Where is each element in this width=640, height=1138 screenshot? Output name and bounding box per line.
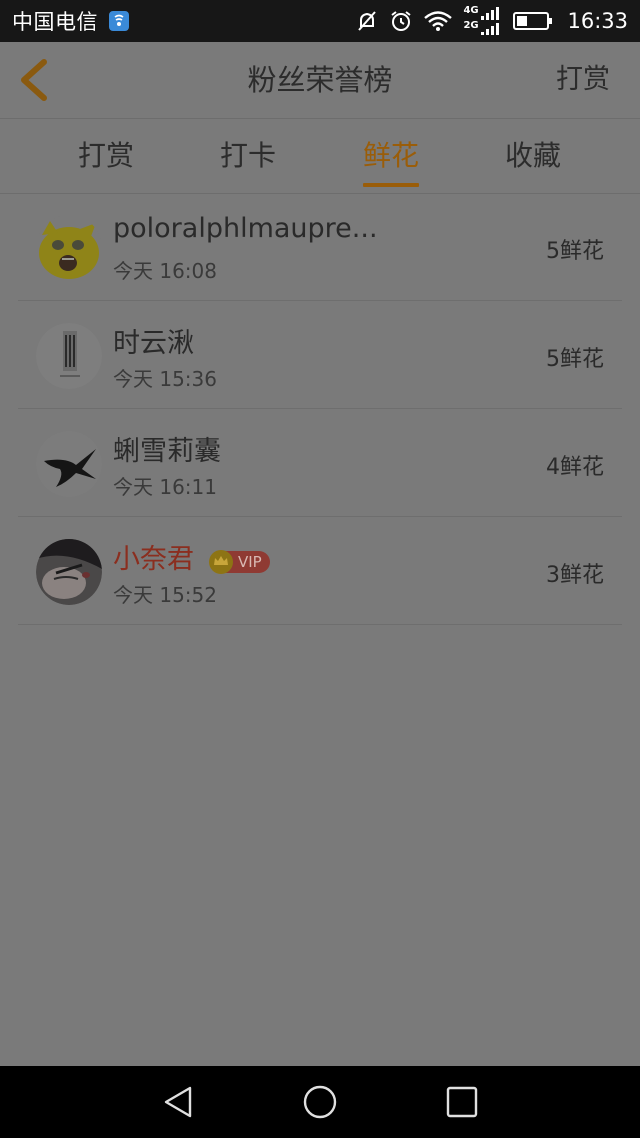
tab-checkin[interactable]: 打卡 — [188, 119, 308, 193]
page-title: 粉丝荣誉榜 — [247, 63, 393, 97]
avatar — [36, 431, 102, 497]
flower-count: 5鲜花 — [546, 239, 604, 264]
avatar — [36, 215, 102, 281]
status-bar: 中国电信 4G 2G 16:33 — [0, 0, 640, 42]
fan-time: 今天 15:36 — [113, 367, 217, 391]
fans-list: poloralphlmaupre... 今天 16:08 5鲜花 时云湫 今天 … — [0, 193, 640, 625]
list-item[interactable]: 小奈君 VIP 今天 15:52 3鲜花 — [0, 517, 640, 625]
nav-back-icon — [164, 1086, 192, 1118]
crown-icon — [209, 550, 233, 574]
hd-voice-icon — [108, 10, 130, 32]
nav-back-button[interactable] — [160, 1084, 196, 1120]
divider — [18, 624, 622, 625]
mute-icon — [355, 9, 379, 33]
signal-icon: 4G 2G — [463, 6, 503, 36]
vip-badge: VIP — [208, 549, 270, 575]
tab-bar: 打赏 打卡 鲜花 收藏 — [0, 119, 640, 194]
fan-name: 时云湫 — [113, 328, 194, 359]
network-2g-label: 2G — [463, 20, 479, 31]
flower-count: 4鲜花 — [546, 455, 604, 480]
reward-button[interactable]: 打赏 — [556, 42, 610, 118]
app-header: 粉丝荣誉榜 打赏 — [0, 42, 640, 119]
fan-name: 小奈君 — [113, 544, 194, 575]
clock: 16:33 — [567, 9, 628, 33]
avatar — [36, 323, 102, 389]
nav-recents-button[interactable] — [444, 1084, 480, 1120]
fan-time: 今天 16:11 — [113, 475, 217, 499]
list-item[interactable]: 时云湫 今天 15:36 5鲜花 — [0, 301, 640, 409]
fan-time: 今天 16:08 — [113, 259, 217, 283]
list-item[interactable]: poloralphlmaupre... 今天 16:08 5鲜花 — [0, 193, 640, 301]
alarm-icon — [389, 9, 413, 33]
flower-count: 5鲜花 — [546, 347, 604, 372]
nav-home-icon — [303, 1085, 337, 1119]
system-nav-bar — [0, 1066, 640, 1138]
nav-home-button[interactable] — [302, 1084, 338, 1120]
tab-flowers[interactable]: 鲜花 — [331, 119, 451, 193]
avatar — [36, 539, 102, 605]
nav-recents-icon — [446, 1086, 478, 1118]
list-item[interactable]: 蜊雪莉囊 今天 16:11 4鲜花 — [0, 409, 640, 517]
fan-time: 今天 15:52 — [113, 583, 217, 607]
carrier-label: 中国电信 — [12, 10, 98, 34]
network-4g-label: 4G — [463, 5, 479, 16]
tab-reward[interactable]: 打赏 — [46, 119, 166, 193]
battery-icon — [513, 11, 553, 31]
flower-count: 3鲜花 — [546, 563, 604, 588]
active-tab-indicator — [363, 183, 419, 187]
fan-name: 蜊雪莉囊 — [113, 436, 221, 467]
tab-favorites[interactable]: 收藏 — [473, 119, 593, 193]
fan-name: poloralphlmaupre... — [113, 213, 378, 244]
wifi-icon — [423, 10, 453, 32]
